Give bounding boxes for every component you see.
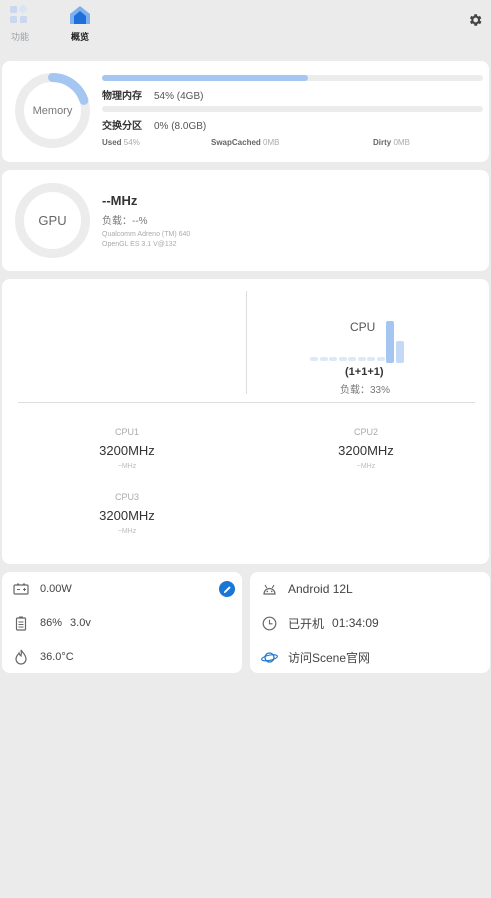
cpu-history-bar [310,357,318,361]
cpu-core-frequency: 3200MHz [338,443,394,458]
uptime-value: 01:34:09 [332,616,379,630]
cpu-core-name: CPU2 [353,427,378,437]
power-card[interactable]: 0.00W 86% 3.0v 36.0°C [2,572,242,673]
physical-memory-bar [102,75,483,81]
gpu-load: 负载：--% [102,216,148,227]
battery-charge-icon [12,580,30,598]
cpu-history-bar [357,357,366,361]
used-label: Used [102,138,122,147]
cpu-core-frequency: 3200MHz [99,443,155,458]
top-nav: 功能 概览 [0,0,491,48]
cpu-core-sub: ~MHz [356,463,376,470]
memory-card[interactable]: Memory 物理内存 54% (4GB) 交换分区 0% (8.0GB) Used… [2,61,489,162]
planet-icon [260,648,278,666]
gpu-ring-label: GPU [38,213,67,228]
uptime-row: 已开机 01:34:09 [260,613,379,633]
cpu-history-bar [319,357,328,361]
dirty-value: 0MB [393,138,410,147]
gpu-frequency: --MHz [102,193,138,208]
scene-website-link[interactable]: 访问Scene官网 [260,647,370,667]
cpu-core-1: CPU1 3200MHz ~MHz [47,427,207,470]
home-icon [68,4,92,26]
used-stat: Used 54% [102,138,140,147]
cpu-load: 负载：33% [340,385,391,396]
physical-memory-row: 物理内存 54% (4GB) [102,87,203,102]
system-card[interactable]: Android 12L 已开机 01:34:09 访问Scene官网 [250,572,490,673]
cpu-divider-vertical [246,291,247,394]
used-value: 54% [123,138,140,147]
swap-bar [102,106,483,112]
tab-functions[interactable]: 功能 [0,4,40,44]
cpu-core-sub: ~MHz [117,528,137,535]
memory-ring: Memory [14,72,91,149]
dirty-stat: Dirty 0MB [373,138,410,147]
swapcached-value: 0MB [263,138,280,147]
edit-icon[interactable] [219,581,235,597]
cpu-core-2: CPU2 3200MHz ~MHz [286,427,446,470]
gpu-model: Qualcomm Adreno (TM) 640 [102,231,191,238]
cpu-history-bar [367,357,375,361]
flame-icon [12,648,30,666]
battery-level: 86% [40,617,63,629]
cpu-history-bar [329,357,337,361]
cpu-core-3: CPU3 3200MHz ~MHz [47,492,207,535]
android-icon [260,580,278,598]
cpu-core-name: CPU3 [114,492,139,502]
cpu-divider-horizontal [18,402,475,403]
temperature-row: 36.0°C [12,647,74,667]
swap-label: 交换分区 [102,121,142,132]
tab-label: 概览 [70,32,89,42]
swap-row: 交换分区 0% (8.0GB) [102,117,206,132]
cpu-core-name: CPU1 [114,427,139,437]
wattage-value: 0.00W [40,583,72,595]
gpu-ring: GPU [14,182,91,259]
battery-icon [12,614,30,632]
swapcached-stat: SwapCached 0MB [211,138,279,147]
uptime-label: 已开机 [288,616,325,631]
physical-memory-bar-fill [102,75,308,81]
android-version-row: Android 12L [260,579,353,599]
wattage-row: 0.00W [12,579,72,599]
cpu-core-summary: (1+1+1) [345,366,384,378]
battery-row: 86% 3.0v [12,613,91,633]
cpu-history-bar [376,357,385,361]
cpu-history-bar [386,321,394,363]
temperature-value: 36.0°C [40,651,74,663]
tab-label: 功能 [10,32,29,42]
cpu-history-bar [338,357,347,361]
swap-value: 0% (8.0GB) [154,121,207,132]
cpu-card[interactable]: CPU (1+1+1) 负载：33% CPU1 3200MHz ~MHz CPU… [2,279,489,564]
cpu-history-bar [348,357,356,361]
gpu-api: OpenGL ES 3.1 V@132 [102,241,177,248]
clock-icon [260,614,278,632]
apps-icon [8,4,32,26]
tab-overview[interactable]: 概览 [60,4,100,44]
gpu-card[interactable]: GPU --MHz 负载：--% Qualcomm Adreno (TM) 64… [2,170,489,271]
gear-icon[interactable] [467,12,485,30]
dirty-label: Dirty [373,138,392,147]
battery-voltage: 3.0v [70,617,91,629]
physical-memory-label: 物理内存 [102,91,142,102]
cpu-core-sub: ~MHz [117,463,137,470]
cpu-history-bar [395,341,404,363]
swapcached-label: SwapCached [211,138,261,147]
physical-memory-value: 54% (4GB) [154,91,204,102]
scene-website-label: 访问Scene官网 [288,650,371,665]
cpu-load-history [310,319,420,363]
android-version: Android 12L [288,582,353,596]
cpu-core-frequency: 3200MHz [99,508,155,523]
memory-ring-label: Memory [32,104,73,117]
